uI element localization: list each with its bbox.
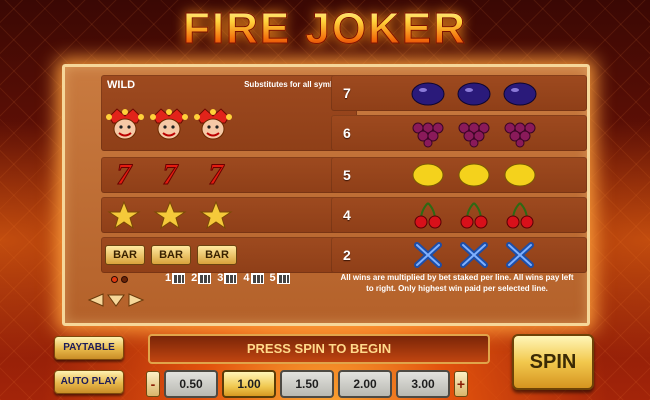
page-dot[interactable] <box>111 276 118 283</box>
wild-symbols <box>105 107 233 141</box>
payline-number: 1 <box>165 272 172 284</box>
payline-item: 1 <box>165 272 186 284</box>
game-title: FIRE JOKER <box>0 4 650 54</box>
paytable-row-lemon: 5 <box>331 157 587 193</box>
seven-icon: 7 <box>208 158 224 191</box>
cherries-symbols <box>409 200 539 230</box>
bar-symbols: BAR BAR BAR <box>105 245 237 265</box>
stake-selector: - 0.50 1.00 1.50 2.00 3.00 + <box>146 370 468 398</box>
x-icon <box>460 242 488 268</box>
bar-icon: BAR <box>197 245 237 265</box>
x-icon <box>506 242 534 268</box>
star-icon <box>199 200 233 230</box>
arrow-down-icon[interactable] <box>107 293 125 307</box>
plum-icon <box>457 82 491 106</box>
bar-icon: BAR <box>151 245 191 265</box>
star-icon <box>107 200 141 230</box>
rules-text: All wins are multiplied by bet staked pe… <box>340 273 574 293</box>
grapes-payout: 6 <box>343 125 351 141</box>
cherries-icon <box>460 202 488 229</box>
page-dot[interactable] <box>121 276 128 283</box>
x-payout: 2 <box>343 247 351 263</box>
cherries-payout: 4 <box>343 207 351 223</box>
paytable-panel: WILD Substitutes for all symbols! 7 7 7 … <box>62 64 590 326</box>
page-indicator <box>111 276 128 283</box>
grapes-icon <box>458 122 490 148</box>
payline-grid-icon <box>224 272 238 284</box>
grapes-icon <box>412 122 444 148</box>
payline-number: 2 <box>191 272 198 284</box>
cherries-icon <box>414 202 442 229</box>
status-message: PRESS SPIN TO BEGIN <box>148 334 490 364</box>
paytable-row-bar: BAR BAR BAR 15 <box>101 237 357 273</box>
lemon-symbols <box>409 160 539 190</box>
stake-option[interactable]: 1.50 <box>280 370 334 398</box>
cherries-icon <box>506 202 534 229</box>
lemon-payout: 5 <box>343 167 351 183</box>
payline-item: 4 <box>243 272 264 284</box>
plum-symbols <box>409 78 539 108</box>
plum-icon <box>411 82 445 106</box>
payline-number: 4 <box>243 272 250 284</box>
plum-icon <box>503 82 537 106</box>
paytable-button[interactable]: PAYTABLE <box>54 336 124 360</box>
jester-icon <box>194 108 232 140</box>
payline-item: 5 <box>270 272 290 284</box>
arrow-right-icon[interactable] <box>127 293 145 307</box>
paytable-row-plum: 7 <box>331 75 587 111</box>
stake-decrease-button[interactable]: - <box>146 371 160 397</box>
paytable-row-star: 20 <box>101 197 357 233</box>
payline-number: 5 <box>269 272 276 284</box>
payline-item: 3 <box>217 272 238 284</box>
paylines-legend: 1 2 3 4 5 <box>165 272 290 284</box>
jester-icon <box>106 108 144 140</box>
stake-option[interactable]: 3.00 <box>396 370 450 398</box>
paytable-row-wild: WILD Substitutes for all symbols! <box>101 75 357 151</box>
lemon-icon <box>504 163 536 187</box>
arrow-left-icon[interactable] <box>87 293 105 307</box>
payline-grid-icon <box>172 272 186 284</box>
seven-icon: 7 <box>116 158 132 191</box>
stake-option-selected[interactable]: 1.00 <box>222 370 276 398</box>
grapes-symbols <box>409 118 539 148</box>
paytable-row-grapes: 6 <box>331 115 587 151</box>
lemon-icon <box>458 163 490 187</box>
stake-option[interactable]: 2.00 <box>338 370 392 398</box>
paytable-row-cherries: 4 <box>331 197 587 233</box>
payline-grid-icon <box>250 272 264 284</box>
jester-icon <box>150 108 188 140</box>
x-symbols <box>409 240 539 270</box>
payline-number: 3 <box>217 272 224 284</box>
plum-payout: 7 <box>343 85 351 101</box>
stake-increase-button[interactable]: + <box>454 371 468 397</box>
wild-label: WILD <box>107 79 136 91</box>
page-arrows <box>87 293 145 307</box>
autoplay-button[interactable]: AUTO PLAY <box>54 370 124 394</box>
stake-option[interactable]: 0.50 <box>164 370 218 398</box>
payline-grid-icon <box>198 272 212 284</box>
paytable-row-x: 2 <box>331 237 587 273</box>
seven-icon: 7 <box>162 158 178 191</box>
payline-grid-icon <box>276 272 290 284</box>
seven-symbols: 7 7 7 <box>105 158 235 191</box>
grapes-icon <box>504 122 536 148</box>
spin-button[interactable]: SPIN <box>512 334 594 390</box>
x-icon <box>414 242 442 268</box>
paytable-row-seven: 7 7 7 25 <box>101 157 357 193</box>
star-icon <box>153 200 187 230</box>
lemon-icon <box>412 163 444 187</box>
bar-icon: BAR <box>105 245 145 265</box>
star-symbols <box>105 200 235 230</box>
payline-item: 2 <box>191 272 212 284</box>
